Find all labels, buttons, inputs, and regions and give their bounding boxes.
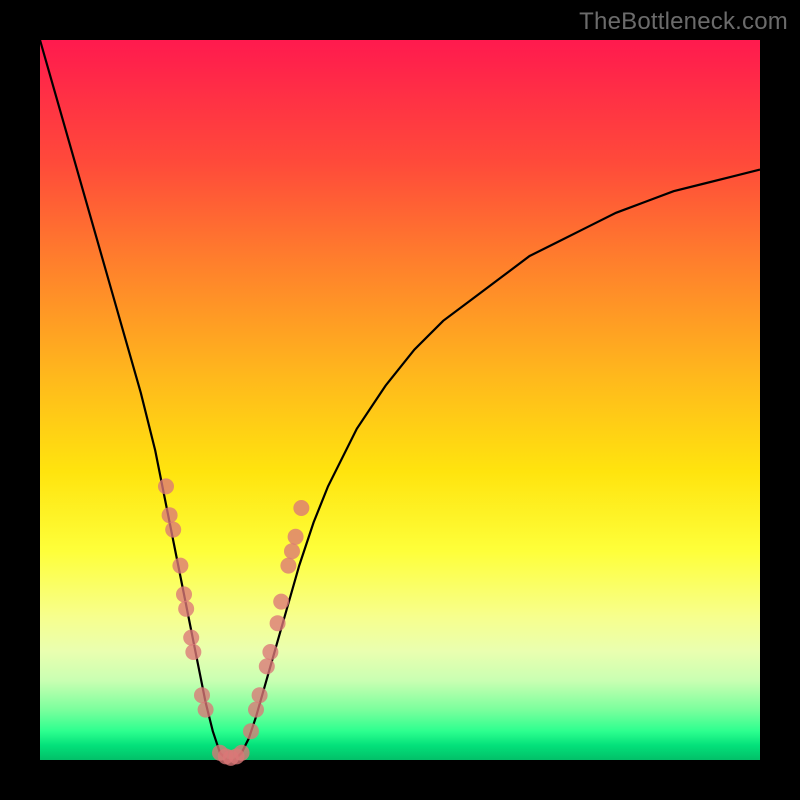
data-marker [248,702,264,718]
data-marker [284,543,300,559]
data-marker [234,745,250,761]
data-marker [243,723,259,739]
watermark-label: TheBottleneck.com [579,8,788,36]
marker-group [158,478,309,765]
data-marker [280,558,296,574]
data-marker [185,644,201,660]
data-marker [273,594,289,610]
chart-overlay [40,40,760,760]
data-marker [176,586,192,602]
data-marker [262,644,278,660]
data-marker [172,558,188,574]
data-marker [252,687,268,703]
data-marker [158,478,174,494]
data-marker [293,500,309,516]
chart-frame: TheBottleneck.com [0,0,800,800]
data-marker [270,615,286,631]
data-marker [198,702,214,718]
data-marker [165,522,181,538]
data-marker [162,507,178,523]
data-marker [259,658,275,674]
plot-area [40,40,760,760]
data-marker [288,529,304,545]
data-marker [178,601,194,617]
data-marker [183,630,199,646]
bottleneck-curve [40,40,760,760]
data-marker [194,687,210,703]
